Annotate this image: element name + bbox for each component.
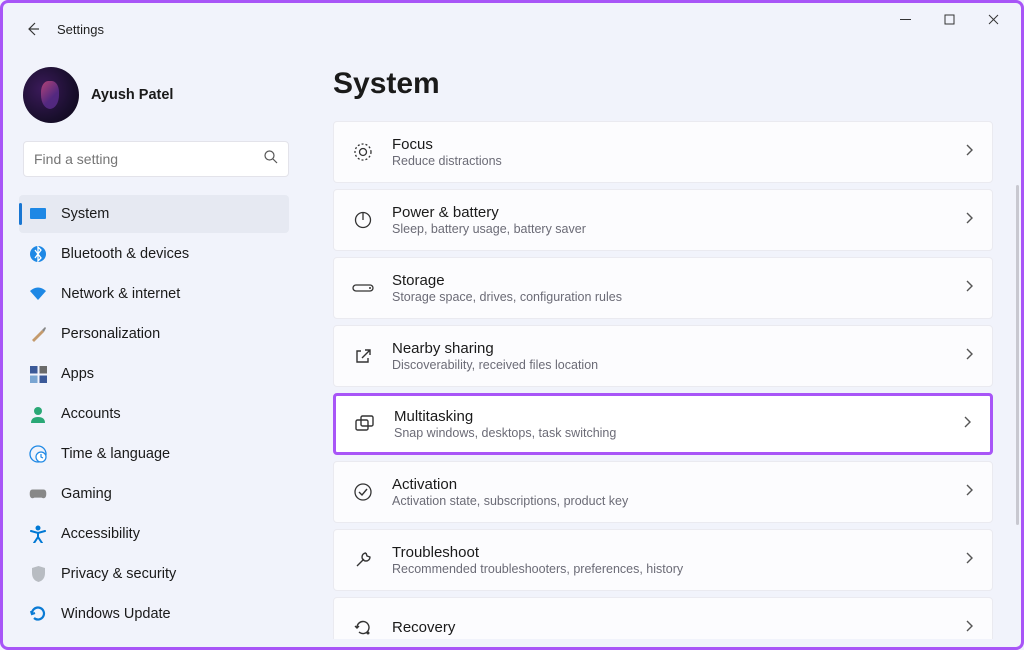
- sidebar-item-accounts[interactable]: Accounts: [19, 395, 289, 433]
- search-input[interactable]: [34, 151, 263, 167]
- card-subtitle: Reduce distractions: [392, 154, 955, 168]
- user-name: Ayush Patel: [91, 87, 173, 103]
- minimize-button[interactable]: [883, 5, 927, 33]
- sidebar-item-bluetooth[interactable]: Bluetooth & devices: [19, 235, 289, 273]
- storage-icon: [352, 277, 374, 299]
- card-title: Multitasking: [394, 408, 953, 425]
- sidebar-item-gaming[interactable]: Gaming: [19, 475, 289, 513]
- chevron-right-icon: [965, 483, 974, 502]
- check-circle-icon: [352, 481, 374, 503]
- card-subtitle: Activation state, subscriptions, product…: [392, 494, 955, 508]
- header-bar: Settings: [3, 3, 1021, 45]
- card-title: Activation: [392, 476, 955, 493]
- recovery-icon: [352, 617, 374, 639]
- settings-cards: Focus Reduce distractions Power & batter…: [333, 121, 1003, 639]
- sidebar-item-label: Windows Update: [61, 606, 171, 622]
- arrow-left-icon: [25, 21, 41, 37]
- sidebar-item-apps[interactable]: Apps: [19, 355, 289, 393]
- sidebar-item-personalization[interactable]: Personalization: [19, 315, 289, 353]
- wrench-icon: [352, 549, 374, 571]
- sidebar-item-time-language[interactable]: Time & language: [19, 435, 289, 473]
- chevron-right-icon: [963, 415, 972, 434]
- nav-list: System Bluetooth & devices Network & int…: [19, 195, 293, 633]
- scrollbar[interactable]: [1016, 185, 1019, 525]
- card-title: Recovery: [392, 619, 955, 636]
- sync-icon: [29, 605, 47, 623]
- chevron-right-icon: [965, 143, 974, 162]
- card-subtitle: Discoverability, received files location: [392, 358, 955, 372]
- shield-icon: [29, 565, 47, 583]
- accessibility-icon: [29, 525, 47, 543]
- card-storage[interactable]: Storage Storage space, drives, configura…: [333, 257, 993, 319]
- search-box[interactable]: [23, 141, 289, 177]
- avatar: [23, 67, 79, 123]
- apps-icon: [29, 365, 47, 383]
- sidebar-item-label: Time & language: [61, 446, 170, 462]
- sidebar-item-label: Gaming: [61, 486, 112, 502]
- multitasking-icon: [354, 413, 376, 435]
- gamepad-icon: [29, 485, 47, 503]
- search-icon: [263, 149, 278, 169]
- sidebar-item-label: System: [61, 206, 109, 222]
- card-subtitle: Sleep, battery usage, battery saver: [392, 222, 955, 236]
- card-subtitle: Snap windows, desktops, task switching: [394, 426, 953, 440]
- card-title: Troubleshoot: [392, 544, 955, 561]
- window-controls: [883, 3, 1021, 35]
- card-title: Nearby sharing: [392, 340, 955, 357]
- sidebar-item-label: Accessibility: [61, 526, 140, 542]
- sidebar-item-label: Network & internet: [61, 286, 180, 302]
- card-title: Storage: [392, 272, 955, 289]
- chevron-right-icon: [965, 551, 974, 570]
- chevron-right-icon: [965, 347, 974, 366]
- wifi-icon: [29, 285, 47, 303]
- card-subtitle: Recommended troubleshooters, preferences…: [392, 562, 955, 576]
- sidebar-item-windows-update[interactable]: Windows Update: [19, 595, 289, 633]
- sidebar-item-label: Apps: [61, 366, 94, 382]
- share-icon: [352, 345, 374, 367]
- close-button[interactable]: [971, 5, 1015, 33]
- chevron-right-icon: [965, 619, 974, 638]
- page-title: System: [333, 67, 1003, 101]
- card-troubleshoot[interactable]: Troubleshoot Recommended troubleshooters…: [333, 529, 993, 591]
- chevron-right-icon: [965, 211, 974, 230]
- sidebar-item-system[interactable]: System: [19, 195, 289, 233]
- card-multitasking[interactable]: Multitasking Snap windows, desktops, tas…: [333, 393, 993, 455]
- card-focus[interactable]: Focus Reduce distractions: [333, 121, 993, 183]
- card-subtitle: Storage space, drives, configuration rul…: [392, 290, 955, 304]
- sidebar-item-label: Privacy & security: [61, 566, 176, 582]
- power-icon: [352, 209, 374, 231]
- card-nearby-sharing[interactable]: Nearby sharing Discoverability, received…: [333, 325, 993, 387]
- bluetooth-icon: [29, 245, 47, 263]
- maximize-button[interactable]: [927, 5, 971, 33]
- sidebar-item-network[interactable]: Network & internet: [19, 275, 289, 313]
- card-title: Power & battery: [392, 204, 955, 221]
- back-button[interactable]: [23, 19, 43, 39]
- person-icon: [29, 405, 47, 423]
- sidebar-item-label: Personalization: [61, 326, 160, 342]
- sidebar-item-accessibility[interactable]: Accessibility: [19, 515, 289, 553]
- card-recovery[interactable]: Recovery: [333, 597, 993, 639]
- profile-block[interactable]: Ayush Patel: [19, 59, 293, 141]
- card-title: Focus: [392, 136, 955, 153]
- display-icon: [29, 205, 47, 223]
- chevron-right-icon: [965, 279, 974, 298]
- sidebar: Ayush Patel System Bluetooth & devices N…: [3, 45, 303, 647]
- globe-clock-icon: [29, 445, 47, 463]
- card-power-battery[interactable]: Power & battery Sleep, battery usage, ba…: [333, 189, 993, 251]
- focus-icon: [352, 141, 374, 163]
- sidebar-item-label: Bluetooth & devices: [61, 246, 189, 262]
- sidebar-item-label: Accounts: [61, 406, 121, 422]
- app-title: Settings: [57, 22, 104, 37]
- main-content: System Focus Reduce distractions Power &…: [303, 45, 1021, 647]
- card-activation[interactable]: Activation Activation state, subscriptio…: [333, 461, 993, 523]
- sidebar-item-privacy[interactable]: Privacy & security: [19, 555, 289, 593]
- paintbrush-icon: [29, 325, 47, 343]
